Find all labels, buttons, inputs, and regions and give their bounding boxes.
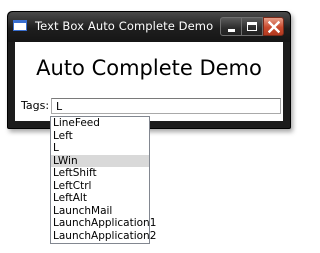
autocomplete-item[interactable]: LaunchApplication2 [51, 230, 156, 243]
autocomplete-item[interactable]: LeftCtrl [51, 180, 149, 193]
autocomplete-dropdown[interactable]: LineFeed Left L LWin LeftShift LeftCtrl LeftAl… [50, 116, 156, 244]
window-title: Text Box Auto Complete Demo [35, 19, 214, 33]
tags-input[interactable] [51, 98, 281, 114]
title-bar[interactable]: Text Box Auto Complete Demo [8, 12, 290, 42]
autocomplete-item[interactable]: Left [51, 130, 149, 143]
minimize-icon [228, 29, 235, 32]
autocomplete-item[interactable]: LeftShift [51, 167, 149, 180]
close-button[interactable] [263, 17, 284, 36]
autocomplete-item[interactable]: LaunchMail [51, 205, 149, 218]
autocomplete-list: LineFeed Left L LWin LeftShift LeftCtrl LeftAl… [51, 117, 156, 243]
minimize-button[interactable] [220, 17, 242, 36]
autocomplete-item[interactable]: LeftAlt [51, 192, 149, 205]
maximize-icon [247, 22, 257, 31]
app-window-icon [13, 20, 27, 31]
autocomplete-item[interactable]: L [51, 142, 149, 155]
page-heading: Auto Complete Demo [36, 56, 262, 80]
close-icon [268, 20, 280, 34]
app-window: Text Box Auto Complete Demo Auto Complet… [7, 11, 291, 129]
autocomplete-item[interactable]: LineFeed [51, 117, 149, 130]
autocomplete-item[interactable]: LWin [51, 154, 149, 167]
window-content: Auto Complete Demo Tags: [15, 42, 283, 121]
tags-label: Tags: [21, 99, 50, 112]
maximize-button[interactable] [242, 17, 263, 36]
autocomplete-item[interactable]: LaunchApplication1 [51, 217, 156, 230]
